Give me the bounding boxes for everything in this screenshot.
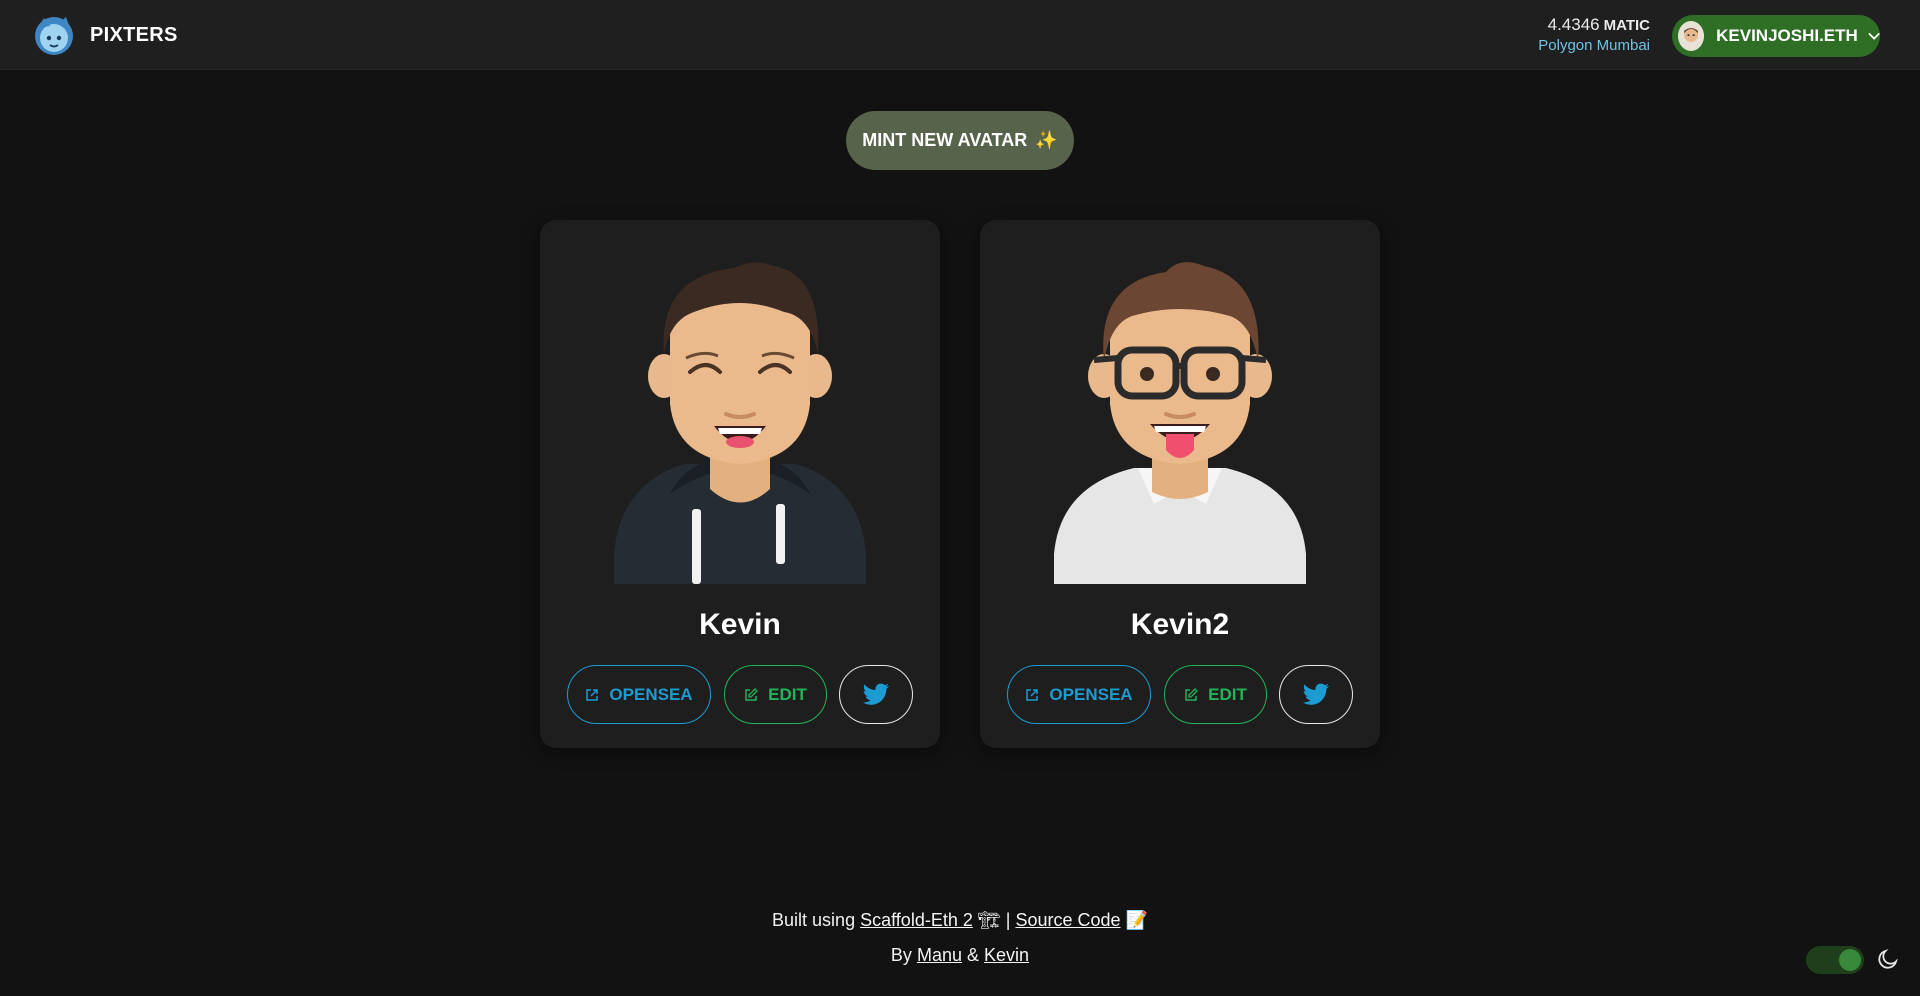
memo-icon: 📝 bbox=[1125, 910, 1148, 930]
toggle-knob bbox=[1839, 949, 1861, 971]
ampersand: & bbox=[967, 945, 980, 965]
edit-button[interactable]: EDIT bbox=[724, 665, 827, 724]
balance-unit: MATIC bbox=[1603, 17, 1650, 34]
network-name: Polygon Mumbai bbox=[1538, 37, 1650, 54]
author-link-manu[interactable]: Manu bbox=[917, 945, 962, 965]
external-link-icon bbox=[1026, 688, 1039, 701]
share-twitter-button[interactable] bbox=[839, 665, 913, 724]
built-using-text: Built using bbox=[772, 910, 856, 930]
edit-button-label: EDIT bbox=[1208, 684, 1247, 704]
brand-title[interactable]: PIXTERS bbox=[90, 24, 178, 47]
account-name: KEVINJOSHI.ETH bbox=[1716, 26, 1858, 45]
opensea-button[interactable]: OPENSEA bbox=[567, 665, 711, 724]
edit-button-label: EDIT bbox=[768, 684, 807, 704]
balance-amount: 4.4346 bbox=[1547, 15, 1600, 34]
opensea-button[interactable]: OPENSEA bbox=[1007, 665, 1151, 724]
external-link-icon bbox=[586, 688, 599, 701]
edit-icon bbox=[1185, 687, 1199, 701]
mint-new-avatar-button[interactable]: MINT NEW AVATAR ✨ bbox=[846, 111, 1074, 170]
author-link-kevin[interactable]: Kevin bbox=[984, 945, 1029, 965]
top-navbar: PIXTERS 4.4346 MATIC Polygon Mumbai KEVIN… bbox=[0, 0, 1920, 70]
opensea-button-label: OPENSEA bbox=[609, 684, 693, 704]
moon-icon bbox=[1878, 949, 1898, 969]
edit-icon bbox=[745, 687, 759, 701]
share-twitter-button[interactable] bbox=[1279, 665, 1353, 724]
wallet-balance: 4.4346 MATIC Polygon Mumbai bbox=[1538, 15, 1650, 54]
chevron-down-icon bbox=[1868, 32, 1880, 40]
edit-button[interactable]: EDIT bbox=[1164, 665, 1267, 724]
source-code-link[interactable]: Source Code bbox=[1015, 910, 1120, 930]
avatar-card: Kevin2 OPENSEA EDIT bbox=[980, 220, 1380, 748]
theme-toggle[interactable] bbox=[1806, 946, 1864, 974]
avatar bbox=[1678, 21, 1705, 51]
by-text: By bbox=[890, 945, 912, 965]
twitter-icon bbox=[862, 683, 889, 705]
avatar-name: Kevin bbox=[699, 608, 781, 641]
avatar-image bbox=[1054, 262, 1306, 584]
mint-button-label: MINT NEW AVATAR bbox=[862, 130, 1028, 150]
account-dropdown-button[interactable]: KEVINJOSHI.ETH bbox=[1672, 15, 1880, 57]
construction-icon: 🏗 bbox=[977, 910, 1001, 930]
scaffold-eth-link[interactable]: Scaffold-Eth 2 bbox=[860, 910, 973, 930]
pixters-logo-icon[interactable] bbox=[30, 14, 78, 58]
twitter-icon bbox=[1302, 683, 1329, 705]
avatar-image bbox=[614, 262, 866, 584]
avatar-name: Kevin2 bbox=[1130, 608, 1230, 641]
avatar-card: Kevin OPENSEA EDIT bbox=[540, 220, 940, 748]
footer: Built using Scaffold-Eth 2 🏗 | Source Co… bbox=[0, 910, 1920, 966]
opensea-button-label: OPENSEA bbox=[1049, 684, 1133, 704]
separator: | bbox=[1005, 910, 1011, 930]
sparkles-icon: ✨ bbox=[1035, 130, 1058, 150]
